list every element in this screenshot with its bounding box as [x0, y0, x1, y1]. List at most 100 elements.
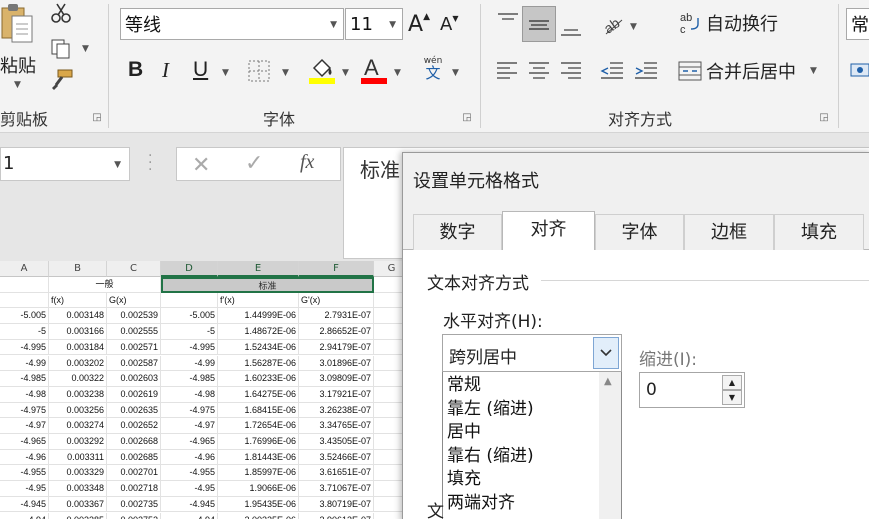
table-cell[interactable]: -4.98 — [0, 386, 49, 403]
bold-button[interactable]: B — [128, 58, 143, 82]
wrap-text-button[interactable]: ab c 自动换行 — [678, 10, 778, 36]
table-cell[interactable]: 1.44999E-06 — [218, 308, 299, 325]
column-header-a[interactable]: A — [0, 261, 49, 277]
table-cell[interactable]: -4.975 — [161, 402, 218, 419]
table-cell[interactable]: 3.71067E-07 — [299, 481, 374, 497]
merged-cell-standard[interactable]: 标准 — [161, 277, 374, 293]
border-icon[interactable] — [248, 60, 270, 86]
table-cell[interactable]: -4.955 — [161, 465, 218, 482]
table-cell[interactable]: -4.955 — [0, 465, 49, 482]
table-cell[interactable]: 0.003348 — [49, 481, 107, 497]
fill-color-dropdown-icon[interactable]: ▼ — [342, 68, 349, 78]
table-cell[interactable]: -4.96 — [0, 449, 49, 466]
table-cell[interactable]: 0.003274 — [49, 418, 107, 434]
table-cell[interactable]: 3.34765E-07 — [299, 418, 374, 434]
merge-dropdown-icon[interactable]: ▼ — [810, 66, 817, 76]
column-header-c[interactable]: C — [107, 261, 161, 277]
tab-alignment[interactable]: 对齐 — [502, 211, 595, 250]
table-cell[interactable]: 0.003311 — [49, 449, 107, 466]
table-cell[interactable]: 0.002718 — [107, 481, 161, 497]
table-cell[interactable]: 1.64275E-06 — [218, 386, 299, 403]
table-cell[interactable]: -4.96 — [161, 449, 218, 466]
table-cell[interactable]: -4.985 — [161, 371, 218, 387]
list-item[interactable]: 居中 — [447, 421, 481, 445]
spin-up-icon[interactable]: ▲ — [722, 375, 742, 390]
table-cell[interactable] — [161, 292, 218, 309]
list-item[interactable]: 靠右 (缩进) — [447, 445, 534, 469]
table-cell[interactable]: -4.995 — [0, 339, 49, 356]
font-name-combo[interactable]: 等线 ▼ — [120, 8, 344, 40]
table-cell[interactable]: 1.52434E-06 — [218, 339, 299, 356]
merge-center-button[interactable]: 合并后居中 ▼ — [678, 58, 817, 84]
table-cell[interactable]: 0.002752 — [107, 512, 161, 519]
table-cell[interactable]: 0.002685 — [107, 449, 161, 466]
table-cell[interactable]: 1.68415E-06 — [218, 402, 299, 419]
table-cell[interactable]: -4.965 — [161, 434, 218, 450]
paste-dropdown-icon[interactable]: ▼ — [14, 80, 21, 90]
table-cell[interactable]: 0.002555 — [107, 324, 161, 340]
align-middle-icon[interactable] — [522, 6, 556, 42]
table-cell[interactable]: 0.003202 — [49, 355, 107, 372]
table-cell[interactable]: -5 — [0, 324, 49, 340]
table-cell[interactable]: 0.003148 — [49, 308, 107, 325]
underline-button[interactable]: U — [193, 58, 208, 82]
table-cell[interactable]: 3.61651E-07 — [299, 465, 374, 482]
border-dropdown-icon[interactable]: ▼ — [282, 68, 289, 78]
font-color-dropdown-icon[interactable]: ▼ — [394, 68, 401, 78]
table-cell[interactable]: -4.945 — [161, 496, 218, 513]
table-cell[interactable]: 2.00325E-06 — [218, 512, 299, 519]
table-cell[interactable]: 0.002603 — [107, 371, 161, 387]
table-cell[interactable]: 0.002652 — [107, 418, 161, 434]
accounting-format-icon[interactable] — [850, 60, 869, 86]
column-header-f[interactable]: F — [299, 261, 374, 277]
header-cell[interactable]: G(x) — [107, 292, 161, 309]
enter-icon[interactable]: ✓ — [245, 151, 263, 176]
table-cell[interactable] — [0, 292, 49, 309]
tab-fill[interactable]: 填充 — [774, 214, 864, 250]
clipboard-dialog-launcher-icon[interactable]: ◲ — [91, 112, 103, 124]
table-cell[interactable]: 1.48672E-06 — [218, 324, 299, 340]
table-cell[interactable]: -4.965 — [0, 434, 49, 450]
table-cell[interactable]: 0.002668 — [107, 434, 161, 450]
chevron-down-icon[interactable]: ▼ — [114, 160, 121, 170]
paste-icon[interactable] — [0, 4, 40, 48]
copy-dropdown-icon[interactable]: ▼ — [82, 44, 89, 54]
table-cell[interactable]: 0.003238 — [49, 386, 107, 403]
tab-font[interactable]: 字体 — [595, 214, 684, 250]
align-left-icon[interactable] — [496, 60, 518, 86]
table-cell[interactable]: 3.52466E-07 — [299, 449, 374, 466]
table-cell[interactable]: 2.7931E-07 — [299, 308, 374, 325]
table-cell[interactable]: 3.17921E-07 — [299, 386, 374, 403]
table-cell[interactable]: -4.94 — [161, 512, 218, 519]
table-cell[interactable]: -4.97 — [161, 418, 218, 434]
align-top-icon[interactable] — [495, 10, 521, 40]
table-cell[interactable]: 3.43505E-07 — [299, 434, 374, 450]
table-cell[interactable]: 0.002571 — [107, 339, 161, 356]
alignment-dialog-launcher-icon[interactable]: ◲ — [818, 112, 830, 124]
table-cell[interactable]: 3.01896E-07 — [299, 355, 374, 372]
table-cell[interactable]: 0.002635 — [107, 402, 161, 419]
italic-button[interactable]: I — [162, 58, 169, 83]
paste-button-label[interactable]: 粘贴 — [0, 52, 36, 78]
worksheet-grid[interactable]: ABCDEFG 一般 标准 f(x) G(x) f'(x) G'(x) -5.005 0.00… — [0, 261, 410, 519]
table-cell[interactable]: 0.003256 — [49, 402, 107, 419]
table-cell[interactable]: 1.85997E-06 — [218, 465, 299, 482]
decrease-indent-icon[interactable] — [600, 60, 624, 86]
orientation-icon[interactable]: ab — [601, 12, 626, 40]
table-cell[interactable]: 3.26238E-07 — [299, 402, 374, 419]
align-bottom-icon[interactable] — [558, 10, 584, 40]
table-cell[interactable]: 1.9066E-06 — [218, 481, 299, 497]
cancel-icon[interactable]: ✕ — [192, 153, 210, 178]
table-cell[interactable]: -4.945 — [0, 496, 49, 513]
table-cell[interactable]: 0.003385 — [49, 512, 107, 519]
table-cell[interactable]: 0.003166 — [49, 324, 107, 340]
header-cell[interactable]: f(x) — [49, 292, 107, 309]
align-center-icon[interactable] — [528, 60, 550, 86]
table-cell[interactable]: -5.005 — [0, 308, 49, 325]
name-box[interactable]: 1 ▼ — [0, 147, 130, 181]
column-header-b[interactable]: B — [49, 261, 107, 277]
table-cell[interactable]: 2.94179E-07 — [299, 339, 374, 356]
decrease-font-size-icon[interactable]: A▼ — [440, 14, 458, 35]
insert-function-icon[interactable]: fx — [300, 151, 314, 174]
table-cell[interactable]: -5 — [161, 324, 218, 340]
